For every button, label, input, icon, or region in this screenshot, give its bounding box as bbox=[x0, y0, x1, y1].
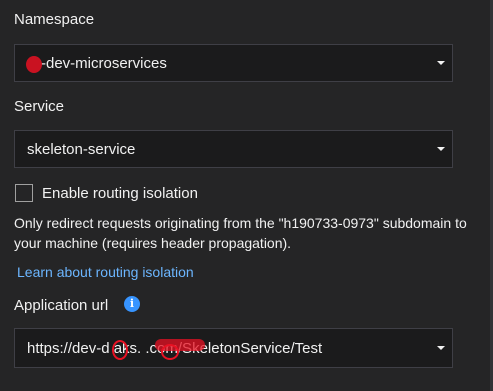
redaction-mark bbox=[161, 344, 179, 360]
namespace-value: -dev-microservices bbox=[41, 55, 167, 72]
chevron-down-icon bbox=[437, 346, 445, 350]
learn-routing-isolation-link[interactable]: Learn about routing isolation bbox=[17, 263, 194, 281]
settings-panel: Namespace -dev-microservices Service ske… bbox=[0, 0, 493, 391]
routing-isolation-label[interactable]: Enable routing isolation bbox=[42, 185, 198, 203]
routing-isolation-checkbox[interactable] bbox=[15, 184, 33, 202]
namespace-label: Namespace bbox=[14, 11, 95, 28]
redaction-mark bbox=[26, 56, 42, 73]
info-icon[interactable]: i bbox=[124, 296, 140, 312]
service-label: Service bbox=[14, 98, 65, 115]
chevron-down-icon bbox=[437, 61, 445, 65]
redaction-mark bbox=[112, 340, 128, 360]
namespace-dropdown[interactable]: -dev-microservices bbox=[14, 44, 453, 82]
routing-isolation-description: Only redirect requests originating from … bbox=[14, 215, 467, 251]
application-url-label: Application url bbox=[14, 297, 109, 314]
service-dropdown[interactable]: skeleton-service bbox=[14, 130, 453, 168]
service-value: skeleton-service bbox=[27, 141, 136, 158]
chevron-down-icon bbox=[437, 147, 445, 151]
application-url-dropdown[interactable]: https://dev-d aks. .com/SkeletonService/… bbox=[14, 328, 453, 368]
